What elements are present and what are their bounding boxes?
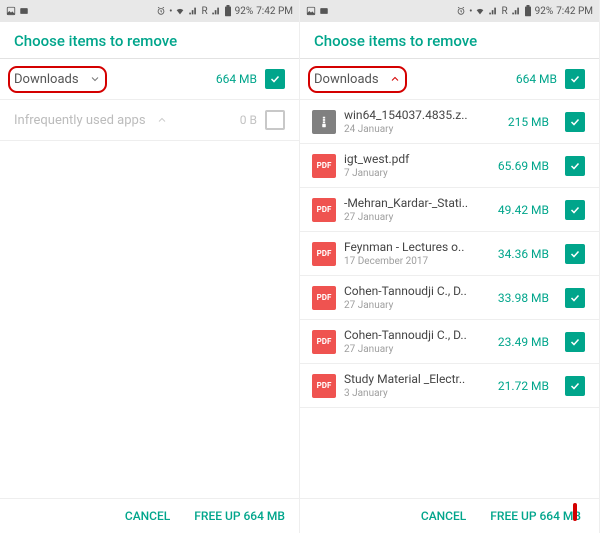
file-size: 215 MB — [508, 115, 549, 129]
footer: CANCEL FREE UP 664 MB — [300, 498, 599, 533]
clock: 7:42 PM — [256, 6, 293, 17]
clock: 7:42 PM — [556, 6, 593, 17]
downloads-size: 664 MB — [516, 72, 557, 86]
alarm-icon — [456, 6, 466, 16]
freeup-button[interactable]: FREE UP 664 MB — [490, 509, 585, 523]
file-checkbox[interactable] — [565, 288, 585, 308]
wifi-icon — [475, 6, 485, 16]
file-name: Cohen-Tannoudji C., D.. — [344, 328, 490, 342]
file-row[interactable]: PDF Feynman - Lectures o.. 17 December 201… — [300, 232, 599, 276]
pdf-icon: PDF — [312, 286, 336, 310]
status-bar: • R 92% 7:42 PM — [300, 0, 599, 22]
file-checkbox[interactable] — [565, 112, 585, 132]
file-date: 7 January — [344, 168, 490, 179]
file-name: Cohen-Tannoudji C., D.. — [344, 284, 490, 298]
chevron-up-icon — [389, 73, 401, 85]
file-list: win64_154037.4835.z.. 24 January 215 MB PDF… — [300, 100, 599, 408]
file-name: igt_west.pdf — [344, 152, 490, 166]
section-downloads[interactable]: Downloads 664 MB — [300, 59, 599, 100]
file-size: 49.42 MB — [498, 203, 549, 217]
downloads-size: 664 MB — [216, 72, 257, 86]
pdf-icon: PDF — [312, 330, 336, 354]
page-title: Choose items to remove — [0, 22, 299, 59]
pdf-icon: PDF — [312, 242, 336, 266]
signal2-icon — [211, 6, 221, 16]
file-date: 17 December 2017 — [344, 256, 490, 267]
infreq-checkbox[interactable] — [265, 110, 285, 130]
battery-pct: 92% — [535, 6, 554, 17]
file-date: 27 January — [344, 300, 490, 311]
file-name: Feynman - Lectures o.. — [344, 240, 490, 254]
roaming-indicator: R — [201, 6, 207, 17]
roaming-indicator: R — [501, 6, 507, 17]
section-downloads[interactable]: Downloads 664 MB — [0, 59, 299, 100]
alarm-icon — [156, 6, 166, 16]
file-name: win64_154037.4835.z.. — [344, 108, 500, 122]
infreq-label: Infrequently used apps — [14, 113, 146, 128]
signal-icon — [188, 6, 198, 16]
file-size: 33.98 MB — [498, 291, 549, 305]
downloads-label: Downloads — [314, 72, 379, 87]
pdf-icon: PDF — [312, 374, 336, 398]
pdf-icon: PDF — [312, 154, 336, 178]
page-title: Choose items to remove — [300, 22, 599, 59]
file-date: 27 January — [344, 212, 490, 223]
status-bar: • R 92% 7:42 PM — [0, 0, 299, 22]
chevron-up-icon — [156, 114, 168, 126]
notif-image-icon — [6, 6, 16, 16]
file-date: 3 January — [344, 388, 490, 399]
infreq-size: 0 B — [240, 113, 257, 127]
file-size: 65.69 MB — [498, 159, 549, 173]
cancel-button[interactable]: CANCEL — [125, 509, 170, 523]
wifi-icon — [175, 6, 185, 16]
notif-image-icon — [306, 6, 316, 16]
file-checkbox[interactable] — [565, 200, 585, 220]
file-checkbox[interactable] — [565, 376, 585, 396]
file-checkbox[interactable] — [565, 244, 585, 264]
cancel-button[interactable]: CANCEL — [421, 509, 466, 523]
file-checkbox[interactable] — [565, 332, 585, 352]
signal-icon — [488, 6, 498, 16]
section-infrequent-apps[interactable]: Infrequently used apps 0 B — [0, 100, 299, 141]
freeup-button[interactable]: FREE UP 664 MB — [194, 509, 285, 523]
file-date: 27 January — [344, 344, 490, 355]
chevron-down-icon — [89, 73, 101, 85]
signal2-icon — [511, 6, 521, 16]
location-icon: • — [469, 6, 472, 17]
file-row[interactable]: win64_154037.4835.z.. 24 January 215 MB — [300, 100, 599, 144]
file-size: 34.36 MB — [498, 247, 549, 261]
notif-message-icon — [319, 6, 329, 16]
file-name: Study Material _Electr.. — [344, 372, 490, 386]
battery-icon — [524, 5, 532, 17]
battery-pct: 92% — [235, 6, 254, 17]
location-icon: • — [169, 6, 172, 17]
file-row[interactable]: PDF Study Material _Electr.. 3 January 21.7… — [300, 364, 599, 408]
file-date: 24 January — [344, 124, 500, 135]
file-row[interactable]: PDF Cohen-Tannoudji C., D.. 27 January 23.4… — [300, 320, 599, 364]
file-checkbox[interactable] — [565, 156, 585, 176]
downloads-checkbox[interactable] — [565, 69, 585, 89]
file-row[interactable]: PDF Cohen-Tannoudji C., D.. 27 January 33.9… — [300, 276, 599, 320]
file-row[interactable]: PDF igt_west.pdf 7 January 65.69 MB — [300, 144, 599, 188]
archive-icon — [312, 110, 336, 134]
file-name: -Mehran_Kardar-_Stati.. — [344, 196, 490, 210]
downloads-label: Downloads — [14, 72, 79, 87]
screen-expanded: • R 92% 7:42 PM Choose items to remove D… — [300, 0, 600, 533]
file-row[interactable]: PDF -Mehran_Kardar-_Stati.. 27 January 49.4… — [300, 188, 599, 232]
downloads-checkbox[interactable] — [265, 69, 285, 89]
notif-message-icon — [19, 6, 29, 16]
file-size: 23.49 MB — [498, 335, 549, 349]
screen-collapsed: • R 92% 7:42 PM Choose items to remove D… — [0, 0, 300, 533]
battery-icon — [224, 5, 232, 17]
file-size: 21.72 MB — [498, 379, 549, 393]
footer: CANCEL FREE UP 664 MB — [0, 498, 299, 533]
pdf-icon: PDF — [312, 198, 336, 222]
